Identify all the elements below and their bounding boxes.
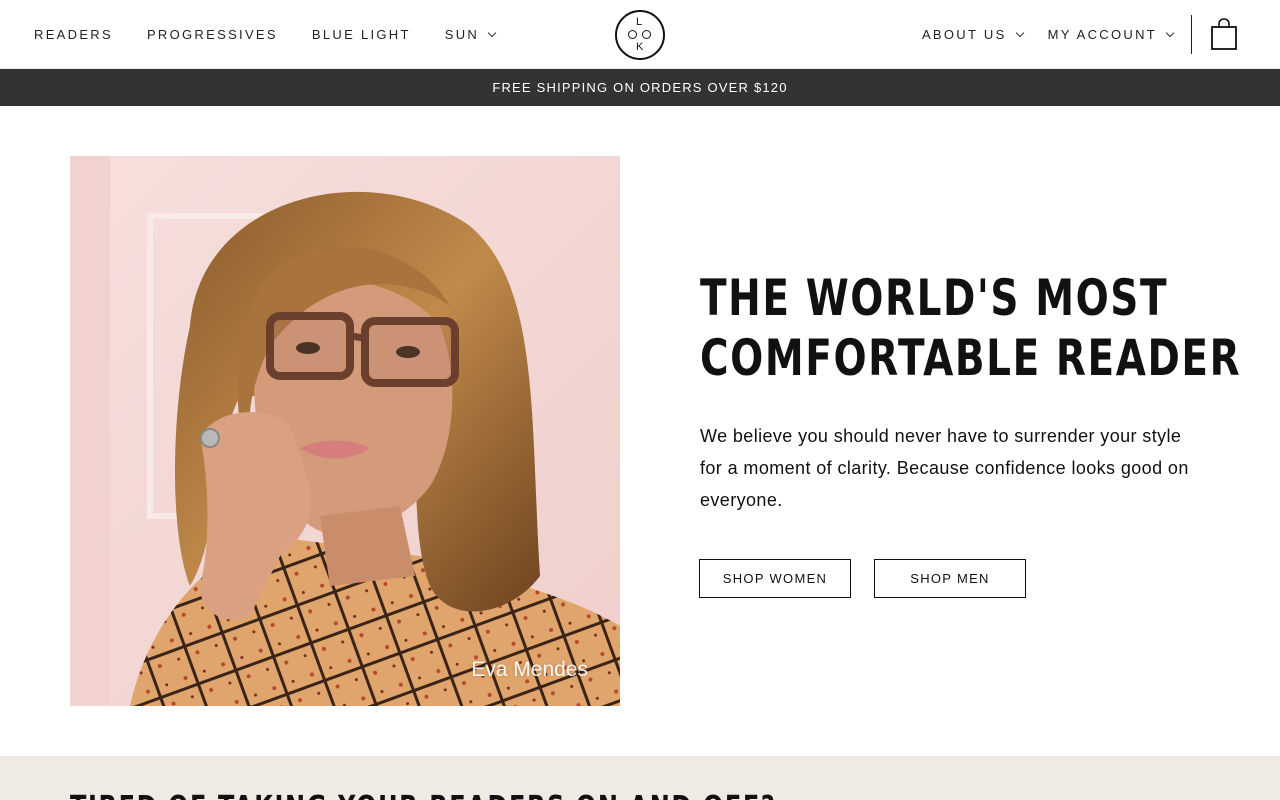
shop-men-button[interactable]: SHOP MEN xyxy=(874,559,1026,598)
nav-blue-light[interactable]: BLUE LIGHT xyxy=(312,27,411,42)
logo-letter-l: L xyxy=(636,16,643,28)
hero-image-caption: Eva Mendes xyxy=(471,658,588,681)
promo-banner-text: FREE SHIPPING ON ORDERS OVER $120 xyxy=(492,80,788,95)
nav-about-us[interactable]: ABOUT US xyxy=(921,27,1024,42)
hero-title-line-2: COMFORTABLE READER xyxy=(700,329,1242,387)
nav-sun-label: SUN xyxy=(444,27,480,42)
chevron-down-icon xyxy=(1165,28,1175,38)
feature-section: TIRED OF TAKING YOUR READERS ON AND OFF? xyxy=(0,756,1280,800)
shopping-bag-icon[interactable] xyxy=(1211,18,1237,50)
nav-readers[interactable]: READERS xyxy=(34,27,113,42)
secondary-nav: ABOUT US MY ACCOUNT xyxy=(921,0,1175,69)
site-header: READERS PROGRESSIVES BLUE LIGHT SUN L K … xyxy=(0,0,1280,69)
nav-my-account-label: MY ACCOUNT xyxy=(1047,27,1157,42)
promo-banner: FREE SHIPPING ON ORDERS OVER $120 xyxy=(0,69,1280,106)
hero-description: We believe you should never have to surr… xyxy=(700,426,1189,510)
hero-image: Eva Mendes xyxy=(70,156,620,706)
primary-nav: READERS PROGRESSIVES BLUE LIGHT SUN xyxy=(34,0,529,69)
hero-photo-illustration xyxy=(70,156,620,706)
logo-letter-o-left xyxy=(628,30,637,39)
shop-women-button[interactable]: SHOP WOMEN xyxy=(699,559,851,598)
site-logo[interactable]: L K xyxy=(615,10,665,60)
logo-letter-o-right xyxy=(642,30,651,39)
nav-my-account[interactable]: MY ACCOUNT xyxy=(1047,27,1175,42)
shop-women-label: SHOP WOMEN xyxy=(722,571,828,586)
logo-letter-k: K xyxy=(636,41,644,53)
nav-blue-light-label: BLUE LIGHT xyxy=(311,27,411,42)
chevron-down-icon xyxy=(487,28,497,38)
nav-about-us-label: ABOUT US xyxy=(921,27,1007,42)
shop-men-label: SHOP MEN xyxy=(910,571,990,586)
nav-progressives[interactable]: PROGRESSIVES xyxy=(147,27,278,42)
nav-progressives-label: PROGRESSIVES xyxy=(146,27,278,42)
chevron-down-icon xyxy=(1015,28,1024,38)
header-divider xyxy=(1191,15,1192,54)
nav-sun[interactable]: SUN xyxy=(444,27,497,42)
hero-title: THE WORLD'S MOST COMFORTABLE READER xyxy=(700,268,1242,388)
hero-title-line-1: THE WORLD'S MOST xyxy=(700,269,1169,327)
feature-section-title: TIRED OF TAKING YOUR READERS ON AND OFF? xyxy=(70,790,776,800)
nav-readers-label: READERS xyxy=(34,27,113,42)
